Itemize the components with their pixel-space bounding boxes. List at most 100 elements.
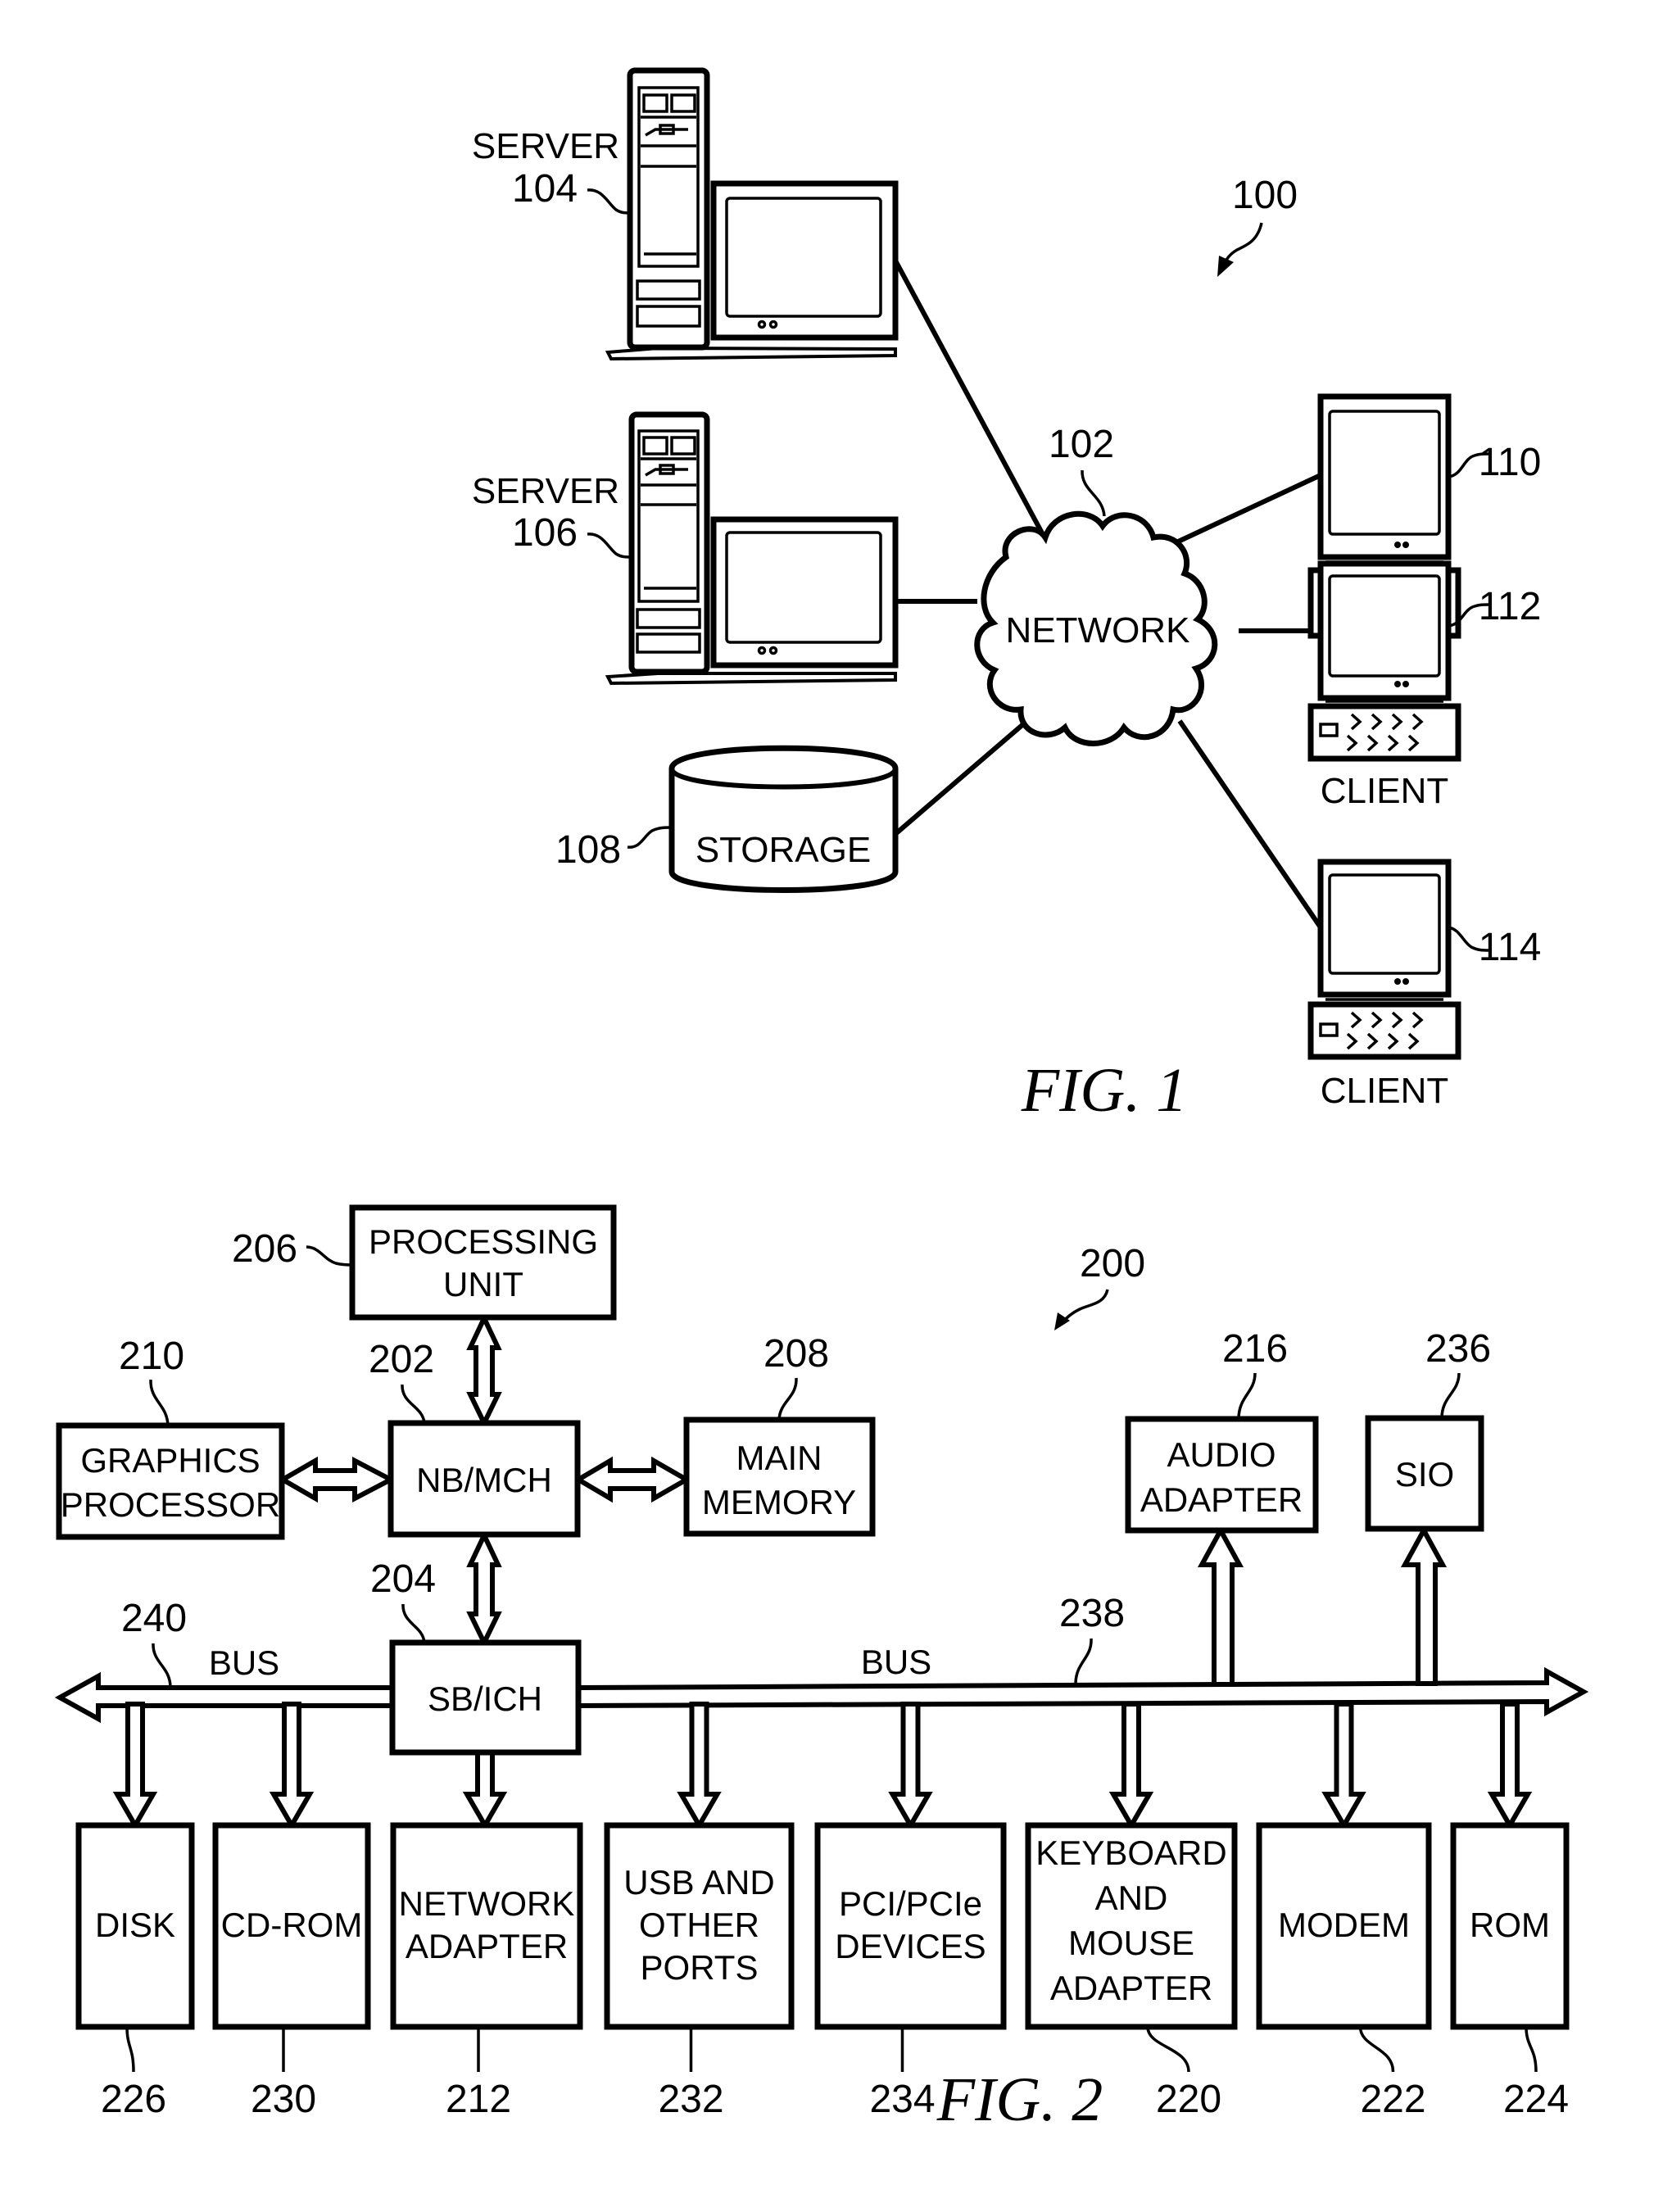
device-disk[interactable]: DISK 226 bbox=[75, 1822, 195, 2121]
device-cd-rom[interactable]: CD-ROM 230 bbox=[212, 1822, 371, 2121]
server-106-ref: 106 bbox=[512, 511, 578, 555]
main-memory-ref: 208 bbox=[764, 1332, 829, 1376]
bus-to-network-adapter-arrow bbox=[462, 1750, 508, 1830]
device-network-adapter[interactable]: NETWORK ADAPTER 212 bbox=[390, 1822, 583, 2121]
network-leader bbox=[1081, 469, 1106, 517]
bus-sio-arrow bbox=[1400, 1525, 1448, 1686]
storage-leader bbox=[627, 826, 673, 849]
cd-rom-label-line1: CD-ROM bbox=[221, 1906, 363, 1944]
audio-adapter-label-line2: ADAPTER bbox=[1140, 1480, 1303, 1519]
nb-mch-label: NB/MCH bbox=[416, 1461, 552, 1499]
sio-label: SIO bbox=[1395, 1455, 1454, 1494]
cd-rom-ref: 230 bbox=[251, 2078, 316, 2121]
rom-ref: 224 bbox=[1503, 2078, 1569, 2121]
device-modem[interactable]: MODEM 222 bbox=[1256, 1822, 1432, 2121]
bus-arrow-shape bbox=[54, 1671, 395, 1724]
pci-devices-ref: 234 bbox=[869, 2078, 935, 2121]
bus-to-modem-arrow bbox=[1321, 1702, 1366, 1830]
usb-ports-label-line3: PORTS bbox=[641, 1948, 759, 1987]
nb-mch-202[interactable]: NB/MCH 202 bbox=[369, 1338, 581, 1538]
graphics-processor-210[interactable]: GRAPHICS PROCESSOR 210 bbox=[56, 1335, 285, 1540]
fig2-caption: FIG. 2 bbox=[936, 2065, 1103, 2134]
pci-devices-label-line2: DEVICES bbox=[835, 1927, 986, 1965]
client-114-label: CLIENT bbox=[1321, 1071, 1448, 1111]
bus-left-label: BUS bbox=[209, 1643, 279, 1682]
keyboard-mouse-adapter-label-line3: MOUSE bbox=[1068, 1924, 1194, 1962]
processing-unit-label-line2: UNIT bbox=[443, 1265, 523, 1303]
link-network-client114 bbox=[1177, 719, 1323, 929]
device-boxes: DISK 226 CD-ROM 230 NETWORK ADAPTER 212 USB AND… bbox=[75, 1822, 1570, 2121]
bus-to-disk-arrow bbox=[112, 1702, 158, 1830]
bus-to-usb-ports-arrow bbox=[677, 1702, 722, 1830]
keyboard-mouse-adapter-label-line2: AND bbox=[1095, 1879, 1168, 1917]
arrowhead-icon bbox=[1054, 1312, 1070, 1330]
graphics-processor-label-line1: GRAPHICS bbox=[80, 1441, 260, 1480]
server-104[interactable]: SERVER 104 bbox=[472, 67, 899, 361]
storage-108[interactable]: STORAGE 108 bbox=[555, 745, 899, 893]
server-106[interactable]: SERVER 106 bbox=[472, 411, 899, 686]
nb-mm-arrow bbox=[573, 1456, 692, 1503]
bus-right-label: BUS bbox=[861, 1643, 931, 1681]
client-114[interactable]: CLIENT 114 bbox=[1307, 859, 1542, 1111]
keyboard-mouse-adapter-label-line4: ADAPTER bbox=[1050, 1969, 1212, 2007]
system-ref-200: 200 bbox=[1080, 1242, 1145, 1285]
audio-adapter-216[interactable]: AUDIO ADAPTER 216 bbox=[1125, 1327, 1319, 1534]
main-memory-label-line2: MEMORY bbox=[702, 1483, 856, 1521]
sio-236[interactable]: SIO 236 bbox=[1365, 1327, 1491, 1532]
server-104-ref: 104 bbox=[512, 167, 578, 211]
server-base bbox=[605, 672, 897, 686]
bus-right-ref: 238 bbox=[1059, 1592, 1125, 1635]
server-104-leader bbox=[587, 188, 631, 215]
bus-to-pci-devices-arrow bbox=[888, 1702, 933, 1830]
network-adapter-label-line2: ADAPTER bbox=[406, 1927, 568, 1965]
modem-leader bbox=[1358, 2026, 1395, 2073]
system-ref-100: 100 bbox=[1232, 174, 1298, 217]
server-monitor bbox=[710, 180, 899, 341]
processing-unit-206[interactable]: PROCESSING UNIT 206 bbox=[232, 1204, 617, 1321]
server-106-leader bbox=[587, 533, 632, 559]
client-112-label: CLIENT bbox=[1321, 771, 1448, 811]
link-server104-network bbox=[893, 259, 1048, 541]
fig1: 100 SERVER 104 SERVER 106 STORAGE 108 NE… bbox=[472, 67, 1542, 1125]
bus-to-cd-rom-arrow bbox=[269, 1702, 315, 1830]
audio-adapter-label-line1: AUDIO bbox=[1167, 1435, 1276, 1474]
sb-ich-ref: 204 bbox=[370, 1557, 436, 1601]
storage-ref: 108 bbox=[555, 828, 621, 872]
bus-audio-arrow bbox=[1197, 1525, 1244, 1687]
network-adapter-box bbox=[390, 1822, 583, 2030]
client-112[interactable]: CLIENT 112 bbox=[1307, 560, 1542, 811]
bus-device-arrows bbox=[112, 1702, 1533, 1830]
main-memory-208[interactable]: MAIN MEMORY 208 bbox=[683, 1332, 876, 1537]
rom-label-line1: ROM bbox=[1470, 1906, 1550, 1944]
nb-sb-arrow bbox=[466, 1529, 502, 1648]
patent-drawing: 100 SERVER 104 SERVER 106 STORAGE 108 NE… bbox=[54, 67, 1589, 2134]
client-114-ref: 114 bbox=[1479, 926, 1542, 969]
server-106-label: SERVER bbox=[472, 471, 619, 511]
network-adapter-label-line1: NETWORK bbox=[399, 1884, 575, 1923]
client-monitor bbox=[1317, 560, 1452, 701]
server-104-label: SERVER bbox=[472, 126, 619, 166]
client-110-ref: 110 bbox=[1479, 441, 1542, 484]
gp-nb-arrow bbox=[277, 1456, 396, 1503]
network-ref: 102 bbox=[1049, 423, 1114, 466]
sio-ref: 236 bbox=[1425, 1327, 1491, 1371]
network-cloud-102[interactable]: NETWORK 102 bbox=[974, 423, 1218, 746]
usb-ports-ref: 232 bbox=[658, 2078, 723, 2121]
device-rom[interactable]: ROM 224 bbox=[1450, 1822, 1570, 2121]
client-keyboard bbox=[1307, 1001, 1461, 1060]
pci-devices-box bbox=[814, 1822, 1007, 2030]
client-keyboard bbox=[1307, 703, 1461, 762]
client-112-ref: 112 bbox=[1479, 585, 1542, 628]
usb-ports-label-line2: OTHER bbox=[639, 1906, 759, 1944]
pu-nb-arrow bbox=[466, 1312, 502, 1429]
arrowhead-icon bbox=[1217, 256, 1234, 277]
bus-left-ref: 240 bbox=[121, 1597, 187, 1640]
bus-to-rom-arrow bbox=[1487, 1702, 1533, 1830]
modem-label-line1: MODEM bbox=[1278, 1906, 1410, 1944]
graphics-processor-label-line2: PROCESSOR bbox=[61, 1485, 280, 1524]
link-network-client110 bbox=[1175, 473, 1322, 545]
storage-label: STORAGE bbox=[696, 830, 871, 870]
device-usb-ports[interactable]: USB AND OTHER PORTS 232 bbox=[604, 1822, 795, 2121]
keyboard-mouse-adapter-leader bbox=[1146, 2026, 1190, 2073]
disk-ref: 226 bbox=[101, 2078, 166, 2121]
